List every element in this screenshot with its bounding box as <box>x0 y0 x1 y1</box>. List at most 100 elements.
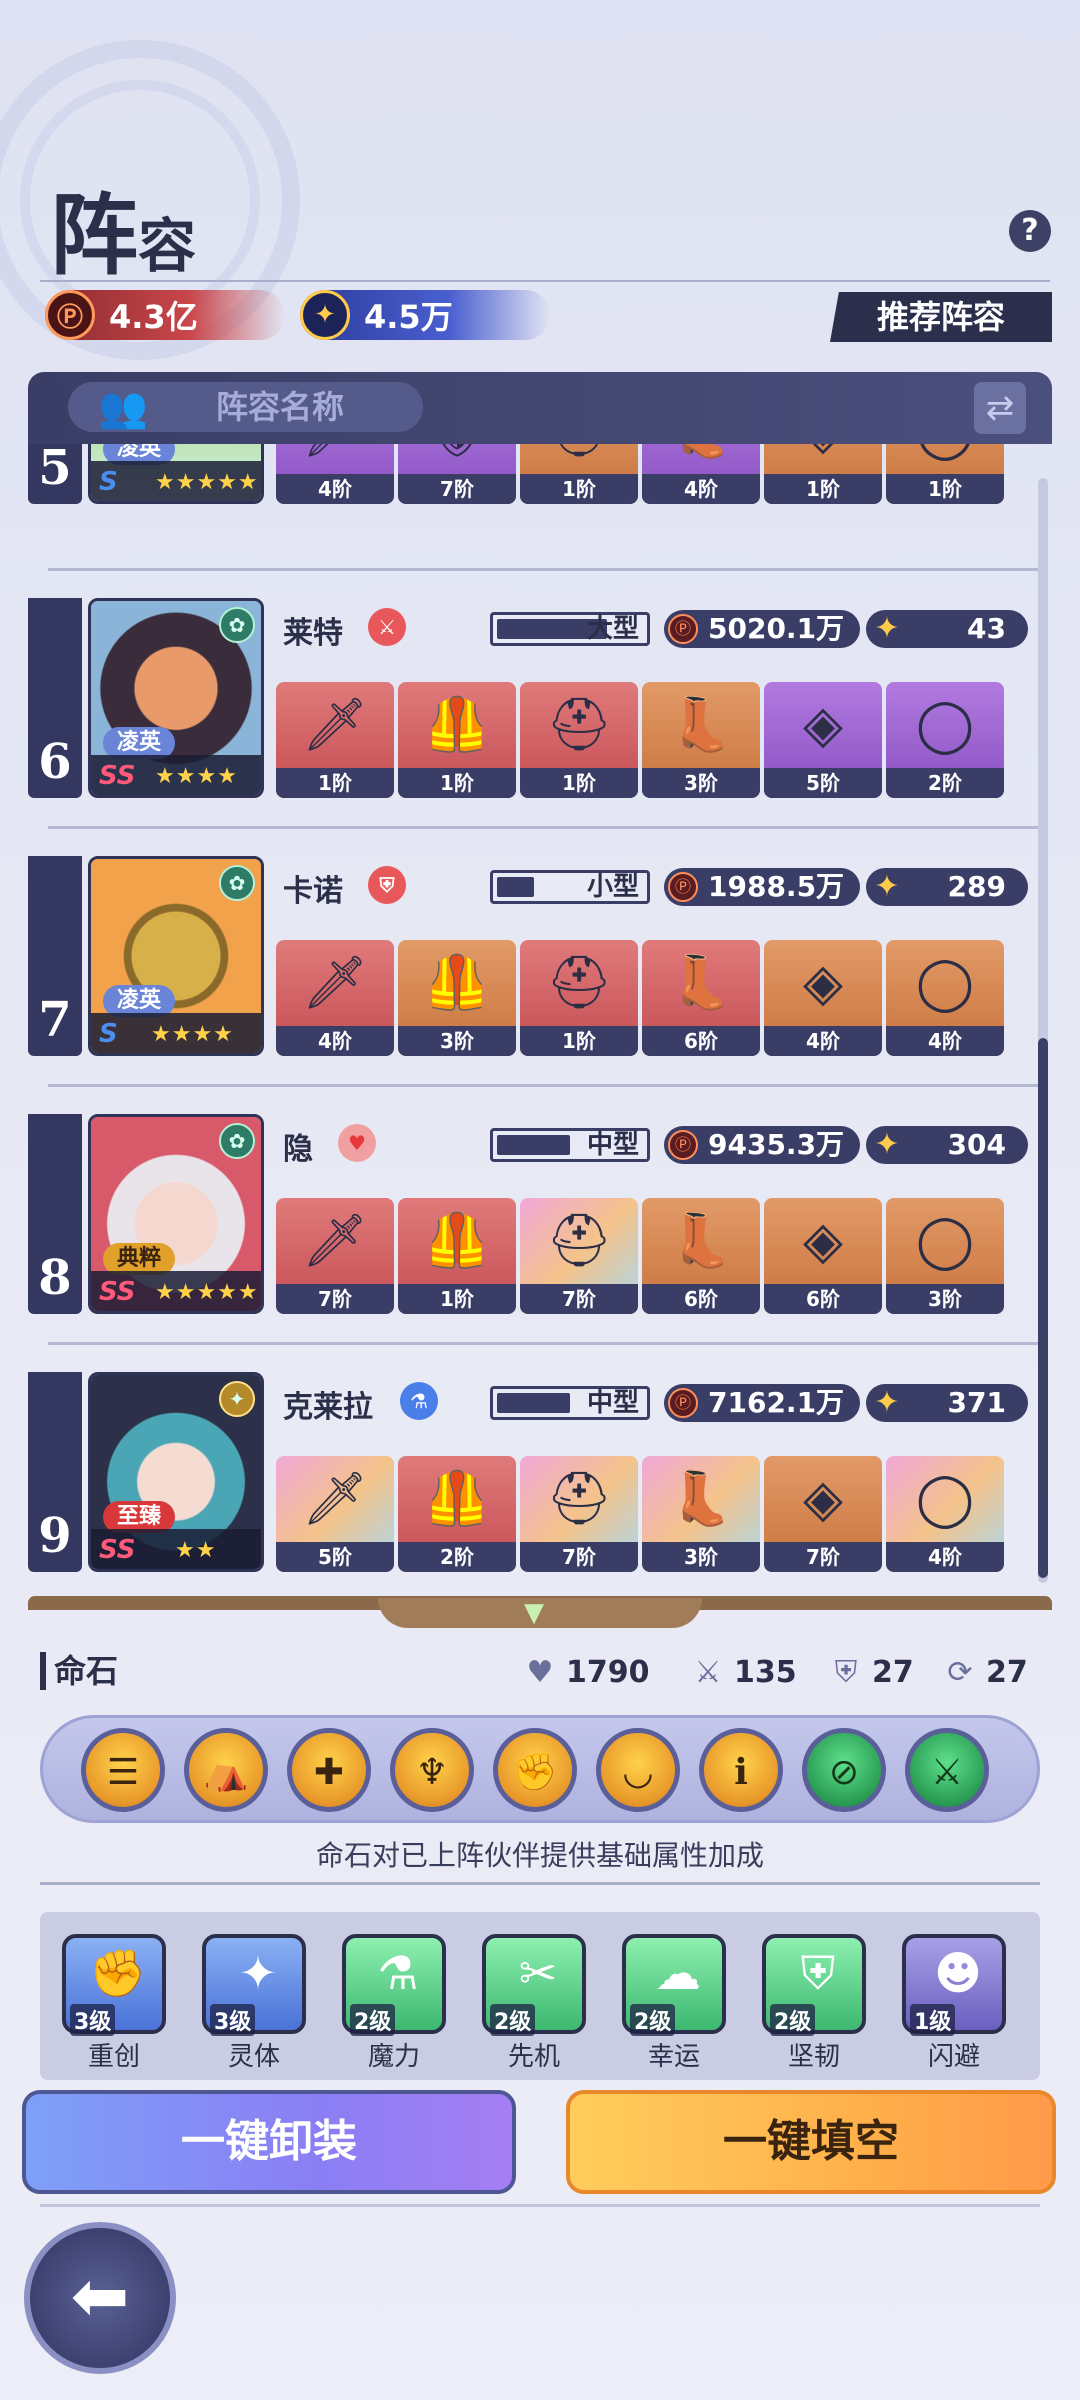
buff-item[interactable]: ☻ 1级 闪避 <box>902 1934 1006 2074</box>
equipment-slots: 🗡 4阶 🦺 3阶 ⛑ 1阶 👢 6阶 ◈ 4阶 ◯ 4阶 <box>276 940 1036 1056</box>
role-icon: ⚔ <box>368 608 406 646</box>
size-label: 中型 <box>586 1388 639 1418</box>
fate-stone[interactable]: ✊ <box>493 1728 577 1812</box>
hero-row[interactable]: 9 ✦ 至臻 SS ★★ 克莱拉 ⚗ 中型 Ⓟ 7162.1万 ✦ 371 🗡 5阶 … <box>28 1362 1028 1572</box>
buff-item[interactable]: ⚗ 2级 魔力 <box>342 1934 446 2074</box>
equip-level: 6阶 <box>642 1026 760 1056</box>
size-indicator: 中型 <box>490 1128 650 1162</box>
hero-portrait[interactable]: ✿ 凌英 SS ★★★★ <box>88 598 264 798</box>
boots-icon: 👢 <box>642 444 760 468</box>
dodge-icon: ☻ <box>934 1946 982 2000</box>
list-scrollbar[interactable] <box>1038 478 1048 1583</box>
hero-power-value: 9435.3万 <box>708 1128 845 1161</box>
recommend-lineup-button[interactable]: 推荐阵容 <box>830 292 1052 342</box>
sword-icon: ⚔ <box>694 1654 722 1690</box>
equip-armor[interactable]: 🦺 1阶 <box>398 682 516 798</box>
equip-boots[interactable]: 👢 4阶 <box>642 444 760 504</box>
hero-portrait[interactable]: 凌英 S ★★★★★ <box>88 444 264 504</box>
equip-helmet[interactable]: ⛑ 1阶 <box>520 940 638 1056</box>
equip-weapon[interactable]: 🗡 7阶 <box>276 1198 394 1314</box>
back-arrow-icon[interactable]: ⬅ <box>24 2222 176 2374</box>
fate-stone[interactable]: ◡ <box>596 1728 680 1812</box>
hero-portrait[interactable]: ✿ 凌英 S ★★★★ <box>88 856 264 1056</box>
equip-weapon[interactable]: 🗡 5阶 <box>276 1456 394 1572</box>
stat-speed: ⟳ 27 <box>940 1650 1027 1694</box>
buff-item[interactable]: ✂ 2级 先机 <box>482 1934 586 2074</box>
equip-helmet[interactable]: ⛑ 7阶 <box>520 1456 638 1572</box>
star-icon: ✦ <box>874 611 900 646</box>
hero-row[interactable]: 6 ✿ 凌英 SS ★★★★ 莱特 ⚔ 大型 Ⓟ 5020.1万 ✦ 43 🗡 1阶 … <box>28 588 1028 798</box>
equip-ring[interactable]: ◯ 4阶 <box>886 940 1004 1056</box>
equip-helmet[interactable]: ⛑ 1阶 <box>520 444 638 504</box>
equip-necklace[interactable]: ◈ 5阶 <box>764 682 882 798</box>
fate-stone[interactable]: ⊘ <box>802 1728 886 1812</box>
header-divider <box>40 280 1050 282</box>
equip-weapon[interactable]: 🗡 4阶 <box>276 444 394 504</box>
equip-ring[interactable]: ◯ 1阶 <box>886 444 1004 504</box>
shield-icon: ⛨ <box>834 1654 858 1690</box>
help-icon[interactable]: ? <box>1009 210 1051 252</box>
hero-rank-class: SS <box>99 1277 136 1307</box>
equip-helmet[interactable]: ⛑ 1阶 <box>520 682 638 798</box>
buff-name: 闪避 <box>927 2042 980 2072</box>
fate-stone[interactable]: ℹ <box>699 1728 783 1812</box>
list-collapse-handle[interactable]: ▼ <box>378 1598 702 1628</box>
equip-helmet[interactable]: ⛑ 7阶 <box>520 1198 638 1314</box>
equip-necklace[interactable]: ◈ 6阶 <box>764 1198 882 1314</box>
row-index: 7 <box>38 992 72 1048</box>
buff-item[interactable]: ☁ 2级 幸运 <box>622 1934 726 2074</box>
equip-ring[interactable]: ◯ 4阶 <box>886 1456 1004 1572</box>
scrollbar-thumb[interactable] <box>1038 1038 1048 1578</box>
stat-defense: ⛨ 27 <box>826 1650 914 1694</box>
team-name-field[interactable]: 👥 阵容名称 <box>68 382 423 432</box>
equip-ring[interactable]: ◯ 3阶 <box>886 1198 1004 1314</box>
star-icon: ✦ <box>300 290 350 340</box>
hero-portrait[interactable]: ✦ 至臻 SS ★★ <box>88 1372 264 1572</box>
unequip-all-button[interactable]: 一键卸装 <box>22 2090 516 2194</box>
ring-icon: ◯ <box>915 695 975 755</box>
buff-item[interactable]: ✦ 3级 灵体 <box>202 1934 306 2074</box>
fate-stone[interactable]: ⛺ <box>184 1728 268 1812</box>
buff-level: 2级 <box>770 2004 816 2036</box>
chevron-down-icon: ▼ <box>524 1598 544 1628</box>
equip-weapon[interactable]: 🗡 4阶 <box>276 940 394 1056</box>
equip-boots[interactable]: 👢 3阶 <box>642 682 760 798</box>
equip-boots[interactable]: 👢 6阶 <box>642 940 760 1056</box>
swirl-icon: ⟳ <box>947 1654 973 1690</box>
equip-level: 7阶 <box>276 1284 394 1314</box>
equip-armor[interactable]: 🦺 2阶 <box>398 1456 516 1572</box>
equip-necklace[interactable]: ◈ 7阶 <box>764 1456 882 1572</box>
equip-boots[interactable]: 👢 6阶 <box>642 1198 760 1314</box>
hero-rank-class: S <box>99 467 118 497</box>
hero-portrait[interactable]: ✿ 典粹 SS ★★★★★ <box>88 1114 264 1314</box>
equip-necklace[interactable]: ◈ 4阶 <box>764 940 882 1056</box>
fate-stone[interactable]: ⚔ <box>905 1728 989 1812</box>
equip-boots[interactable]: 👢 3阶 <box>642 1456 760 1572</box>
helmet-icon: ⛑ <box>520 444 638 468</box>
fate-stone[interactable]: ☰ <box>81 1728 165 1812</box>
spirit-icon: ✦ <box>238 1946 278 2000</box>
equip-armor[interactable]: 🛡 7阶 <box>398 444 516 504</box>
equip-weapon[interactable]: 🗡 1阶 <box>276 682 394 798</box>
swap-icon[interactable]: ⇄ <box>974 382 1026 434</box>
fate-stone[interactable]: ✚ <box>287 1728 371 1812</box>
hero-row[interactable]: 7 ✿ 凌英 S ★★★★ 卡诺 ⛨ 小型 Ⓟ 1988.5万 ✦ 289 🗡 4阶 … <box>28 846 1028 1056</box>
equip-armor[interactable]: 🦺 3阶 <box>398 940 516 1056</box>
buff-item[interactable]: ✊ 3级 重创 <box>62 1934 166 2074</box>
buff-item[interactable]: ⛨ 2级 坚韧 <box>762 1934 866 2074</box>
row-index-badge: 7 <box>28 856 82 1056</box>
boots-icon: 👢 <box>668 1469 734 1529</box>
fist-icon: ✊ <box>89 1946 147 2000</box>
fate-stone[interactable]: ♆ <box>390 1728 474 1812</box>
auto-fill-button[interactable]: 一键填空 <box>566 2090 1056 2194</box>
potion-icon: ⚗ <box>377 1946 419 2000</box>
hero-rank-class: S <box>99 1019 118 1049</box>
equip-level: 3阶 <box>642 1542 760 1572</box>
hero-list[interactable]: 5 凌英 S ★★★★★ 🗡4阶 🛡7阶 ⛑1阶 👢4阶 ◈1阶 ◯1阶 6 ✿… <box>28 444 1052 1594</box>
equip-necklace[interactable]: ◈ 1阶 <box>764 444 882 504</box>
equip-armor[interactable]: 🦺 1阶 <box>398 1198 516 1314</box>
sword-icon: 🗡 <box>301 1469 368 1529</box>
hero-row[interactable]: 5 凌英 S ★★★★★ 🗡4阶 🛡7阶 ⛑1阶 👢4阶 ◈1阶 ◯1阶 <box>28 444 1028 504</box>
hero-row[interactable]: 8 ✿ 典粹 SS ★★★★★ 隐 ♥ 中型 Ⓟ 9435.3万 ✦ 304 🗡 7阶… <box>28 1104 1028 1314</box>
equip-ring[interactable]: ◯ 2阶 <box>886 682 1004 798</box>
